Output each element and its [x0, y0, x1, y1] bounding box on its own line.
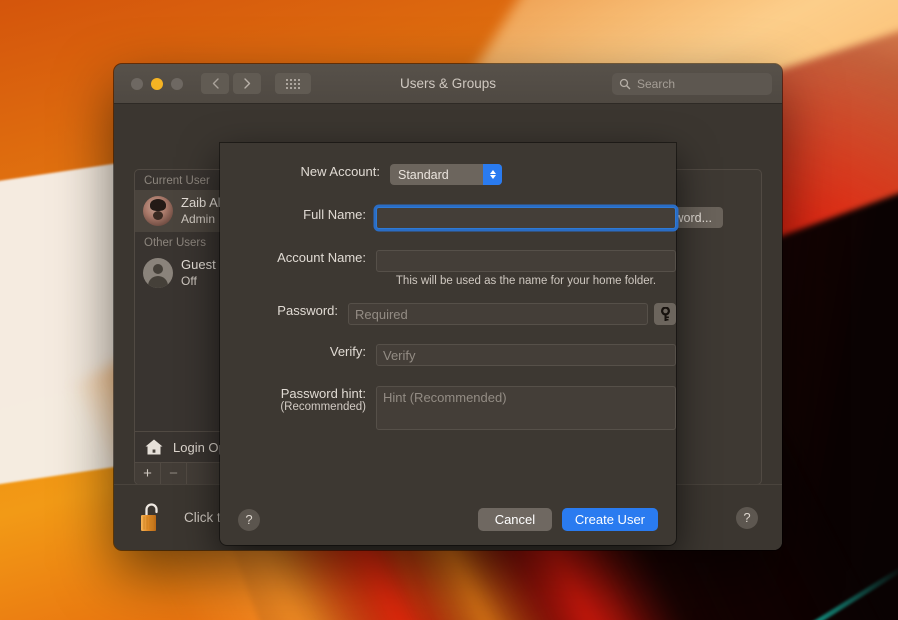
navigation-buttons	[201, 73, 261, 94]
sidebar-item-text: Zaib Ali Admin	[181, 195, 224, 226]
avatar	[143, 258, 173, 288]
verify-input[interactable]	[376, 344, 676, 366]
show-all-preferences-button[interactable]	[275, 73, 311, 94]
field-row-password-hint: Password hint: (Recommended)	[220, 386, 676, 430]
new-account-sheet: New Account: Standard Full Name: Account…	[220, 143, 676, 545]
field-row-verify: Verify:	[220, 344, 676, 366]
account-name-note: This will be used as the name for your h…	[395, 275, 657, 287]
minimize-button[interactable]	[151, 77, 163, 90]
sidebar-item-status: Admin	[181, 211, 216, 226]
help-button[interactable]: ?	[736, 506, 758, 529]
sheet-action-buttons: Cancel Create User	[477, 508, 658, 531]
account-name-input[interactable]	[376, 250, 676, 272]
traffic-light-group	[131, 77, 183, 90]
password-label: Password:	[277, 303, 338, 318]
window-titlebar: Users & Groups	[114, 64, 782, 104]
password-hint-input[interactable]	[376, 386, 676, 430]
chevron-updown-icon	[483, 164, 502, 185]
key-icon	[660, 306, 670, 321]
password-assistant-button[interactable]	[654, 303, 676, 325]
search-icon	[619, 78, 631, 90]
password-hint-label: Password hint: (Recommended)	[220, 386, 376, 413]
create-user-button[interactable]: Create User	[561, 508, 658, 531]
new-account-value: Standard	[398, 167, 449, 182]
field-row-password: Password:	[220, 303, 676, 325]
sidebar-item-label: Zaib Ali	[181, 195, 224, 211]
new-account-label: New Account:	[300, 164, 381, 179]
desktop-wallpaper: Users & Groups Current User	[0, 0, 898, 620]
forward-button[interactable]	[233, 73, 261, 94]
field-row-full-name: Full Name:	[220, 207, 676, 229]
password-hint-control	[376, 386, 676, 430]
chevron-left-icon	[212, 78, 219, 89]
avatar	[143, 196, 173, 226]
add-user-button[interactable]: +	[135, 463, 161, 484]
zoom-button[interactable]	[171, 77, 183, 90]
cancel-button[interactable]: Cancel	[477, 508, 552, 531]
verify-label: Verify:	[329, 344, 366, 359]
search-field[interactable]	[612, 73, 772, 95]
verify-control	[376, 344, 676, 366]
field-row-account-name: Account Name: This will be used as the n…	[220, 250, 676, 287]
close-button[interactable]	[131, 77, 143, 90]
home-icon	[145, 439, 163, 455]
grid-view-icon	[286, 78, 300, 89]
password-hint-label-text: Password hint:	[280, 386, 366, 401]
search-input[interactable]	[637, 77, 755, 91]
password-control	[348, 303, 676, 325]
account-name-control: This will be used as the name for your h…	[376, 250, 676, 287]
new-account-control: Standard	[390, 164, 676, 185]
remove-user-button[interactable]: −	[161, 463, 187, 484]
unlocked-padlock-icon[interactable]	[138, 501, 166, 535]
back-button[interactable]	[201, 73, 229, 94]
account-name-label: Account Name:	[277, 250, 366, 265]
users-and-groups-window: Users & Groups Current User	[114, 64, 782, 550]
new-account-popup-button[interactable]: Standard	[390, 164, 502, 185]
password-input[interactable]	[348, 303, 648, 325]
window-body: Current User Zaib Ali Admin Other Users	[114, 104, 782, 550]
password-hint-sublabel: (Recommended)	[280, 401, 366, 413]
full-name-control	[376, 207, 676, 229]
field-row-new-account: New Account: Standard	[220, 164, 676, 185]
sheet-help-button[interactable]: ?	[238, 508, 260, 531]
full-name-input[interactable]	[376, 207, 676, 229]
sheet-footer: ? Cancel Create User	[220, 508, 676, 531]
full-name-label: Full Name:	[303, 207, 366, 222]
chevron-right-icon	[243, 78, 250, 89]
